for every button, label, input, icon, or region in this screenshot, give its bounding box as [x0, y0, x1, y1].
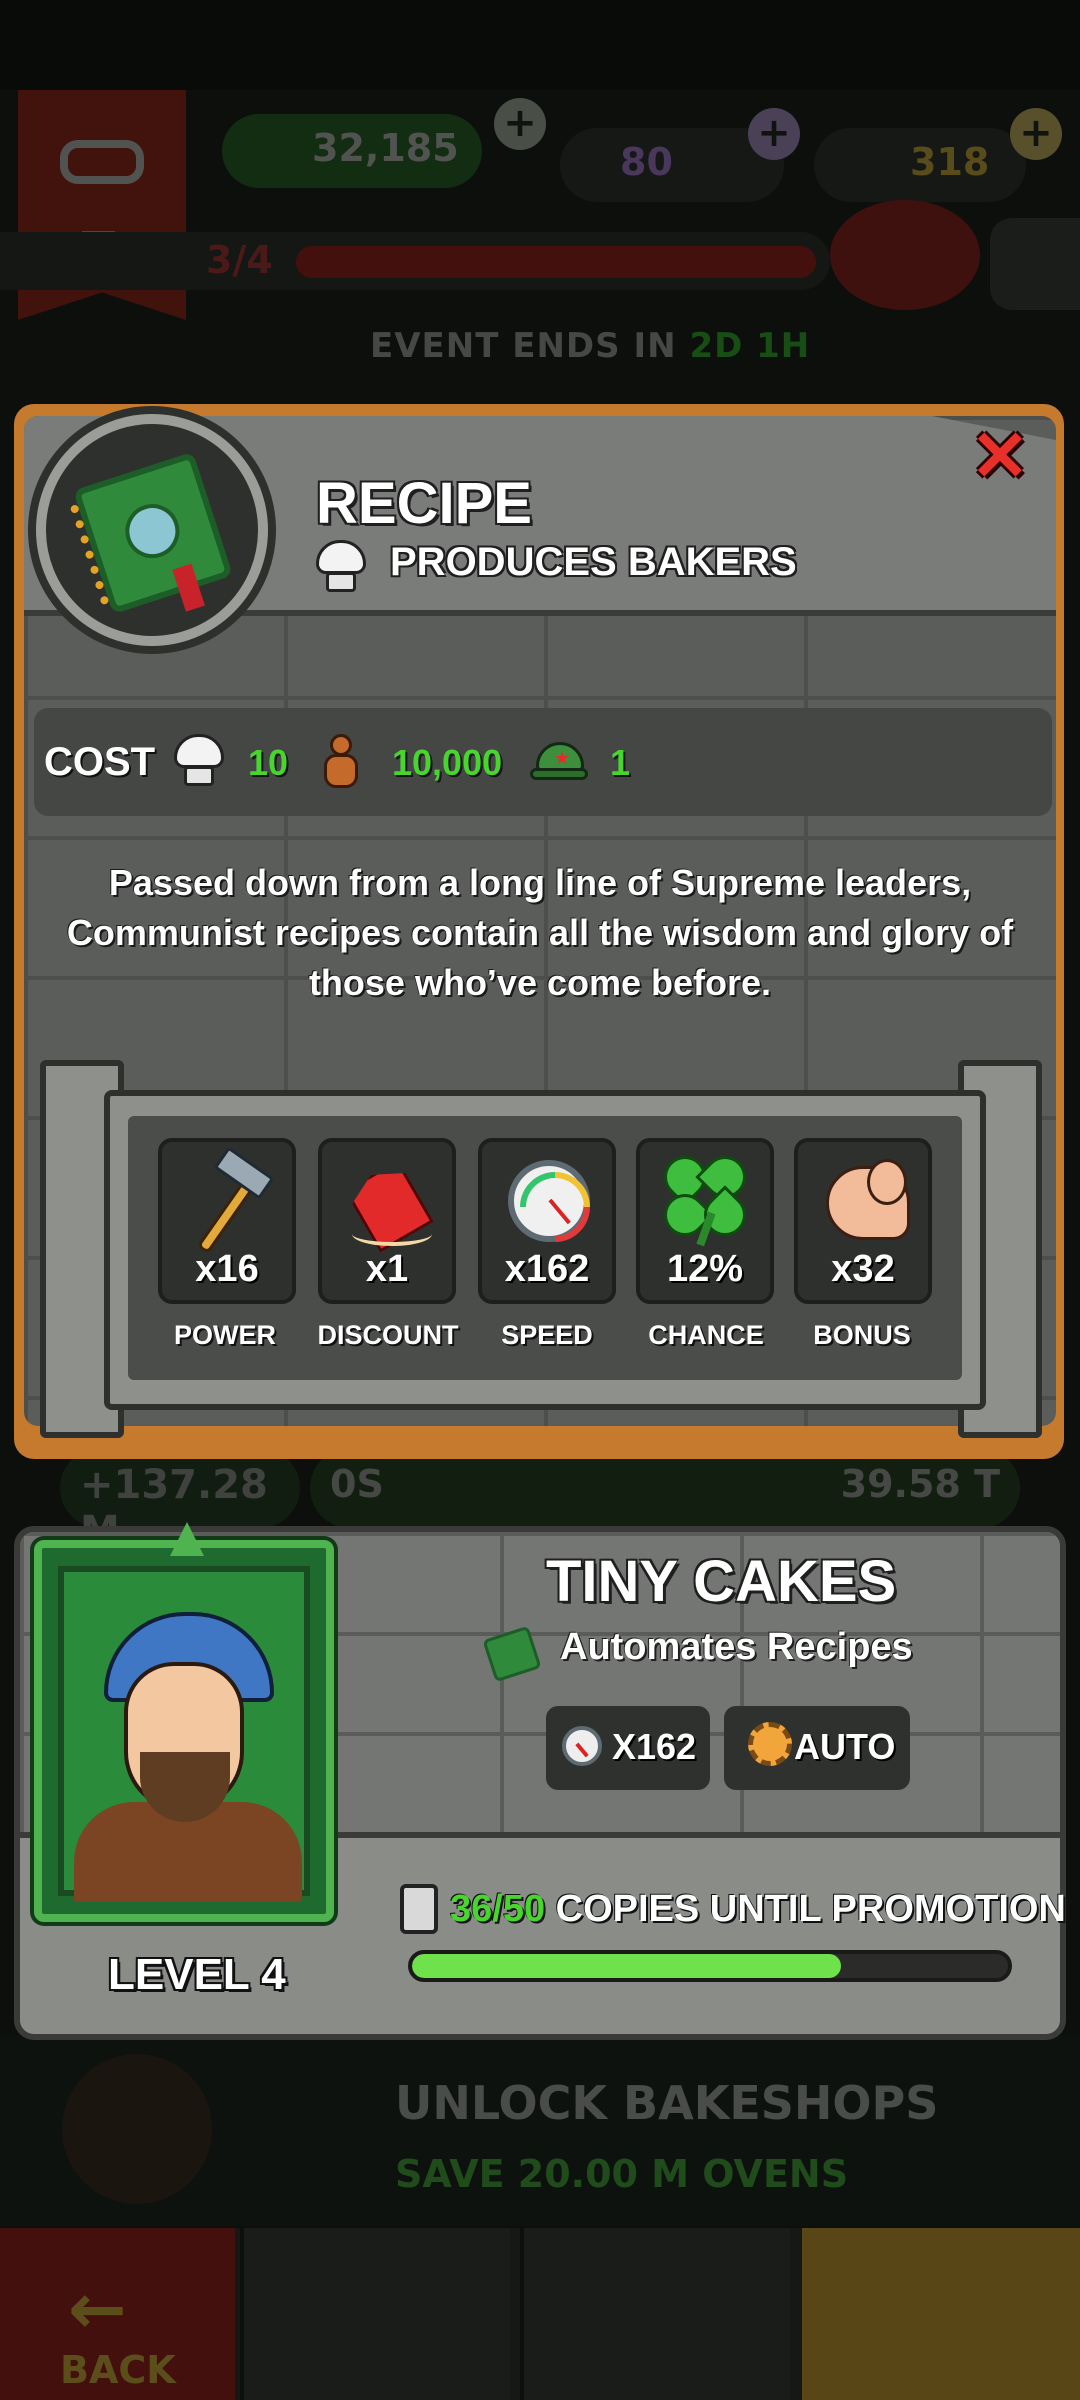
event-label: EVENT ENDS IN [370, 326, 677, 366]
back-button[interactable]: ← BACK [0, 2228, 235, 2400]
tab-flag[interactable] [240, 2228, 510, 2400]
unlock-subtitle: SAVE 20.00 M OVENS [395, 2152, 849, 2196]
add-currency-tertiary-button[interactable]: + [1010, 108, 1062, 160]
add-currency-primary-button[interactable]: + [494, 98, 546, 150]
recipe-description: Passed down from a long line of Supreme … [66, 862, 1014, 1003]
back-arrow-icon: ← [68, 2268, 127, 2350]
character-level: LEVEL 4 [108, 1950, 286, 1999]
four-leaf-clover-icon [654, 1147, 756, 1248]
top-strip [0, 0, 1080, 90]
auto-chip: AUTO [724, 1706, 910, 1790]
auto-chip-value: AUTO [794, 1726, 896, 1767]
cost-bakers: 10 [248, 742, 289, 783]
stat-discount-label: DISCOUNT [317, 1320, 459, 1350]
stat-power-label: POWER [173, 1320, 276, 1350]
event-time: 2D 1H [689, 326, 811, 366]
stat-speed-value: x162 [504, 1248, 590, 1290]
speedometer-icon [496, 1152, 598, 1248]
tab-cards[interactable] [520, 2228, 790, 2400]
flexed-arm-icon [812, 1152, 914, 1248]
unlock-title: UNLOCK BAKESHOPS [395, 2076, 939, 2130]
back-label: BACK [60, 2348, 176, 2392]
stat-card-bonus: x32 [794, 1138, 932, 1304]
promotion-text: 36/50 COPIES UNTIL PROMOTION [450, 1888, 1066, 1931]
stat-discount-value: x1 [365, 1248, 409, 1290]
stat-card-chance: 12% [636, 1138, 774, 1304]
stat-chance-value: 12% [666, 1248, 744, 1290]
recipe-badge [36, 414, 268, 646]
speedometer-small-icon [562, 1726, 602, 1766]
level-progress-track [296, 246, 816, 278]
recipe-title: RECIPE [316, 471, 532, 536]
recipe-subtitle: PRODUCES BAKERS [390, 540, 797, 584]
copies-label: COPIES UNTIL PROMOTION [555, 1888, 1066, 1930]
level-progress-fraction: 3/4 [206, 238, 273, 282]
hammer-icon [176, 1146, 278, 1255]
promotion-progress-fill [412, 1954, 842, 1978]
cost-hats: 1 [610, 742, 631, 783]
currency-tertiary-value: 318 [910, 140, 990, 184]
army-hat-icon: ★ [530, 742, 588, 784]
currency-primary-value: 32,185 [312, 126, 459, 170]
tab-shop[interactable] [802, 2228, 1080, 2400]
laurel-badge-icon[interactable] [830, 200, 980, 310]
speed-chip-value: X162 [612, 1726, 697, 1767]
currency-secondary-value: 80 [620, 140, 673, 184]
stat-bonus-value: x32 [831, 1248, 895, 1290]
character-subtitle: Automates Recipes [560, 1626, 913, 1668]
character-portrait[interactable] [34, 1522, 334, 1922]
income-right-value: 39.58 T [840, 1462, 1000, 1506]
stat-bonus-label: BONUS [813, 1320, 911, 1350]
stat-chance-label: CHANCE [648, 1320, 764, 1350]
event-timer: EVENT ENDS IN 2D 1H [370, 326, 810, 366]
hamburger-menu-button[interactable] [990, 218, 1080, 310]
currency-tertiary-pill[interactable]: 318 [814, 128, 1026, 202]
card-copies-icon [400, 1884, 438, 1934]
price-tag-icon [336, 1152, 438, 1248]
chef-hat-icon [312, 540, 370, 594]
lock-icon [62, 2054, 212, 2204]
level-progress-bar: 3/4 [0, 232, 830, 290]
stat-power-value: x16 [195, 1248, 259, 1290]
auto-gear-icon [748, 1722, 792, 1766]
cost-gingerbread: 10,000 [392, 742, 503, 783]
stat-card-discount: x1 [318, 1138, 456, 1304]
stat-speed-label: SPEED [501, 1320, 593, 1350]
income-left-value: 0S [330, 1462, 384, 1506]
close-button[interactable]: ✕ [968, 421, 1032, 492]
goggles-icon [60, 140, 144, 184]
baker-hat-icon [170, 734, 228, 788]
bottom-nav: ← BACK [0, 2228, 1080, 2400]
copies-count: 36/50 [450, 1888, 546, 1930]
character-name: TINY CAKES [546, 1549, 897, 1614]
recipe-book-icon [72, 451, 234, 615]
stat-card-power: x16 [158, 1138, 296, 1304]
unlock-bakeshops-panel[interactable]: UNLOCK BAKESHOPS SAVE 20.00 M OVENS [0, 2036, 1080, 2226]
currency-primary-pill[interactable]: 32,185 [222, 114, 482, 188]
speed-chip: X162 [546, 1706, 710, 1790]
promotion-progress-bar [408, 1950, 1012, 1982]
stat-card-speed: x162 [478, 1138, 616, 1304]
cost-label: COST [44, 740, 156, 784]
gingerbread-icon [318, 734, 362, 790]
add-currency-secondary-button[interactable]: + [748, 108, 800, 160]
